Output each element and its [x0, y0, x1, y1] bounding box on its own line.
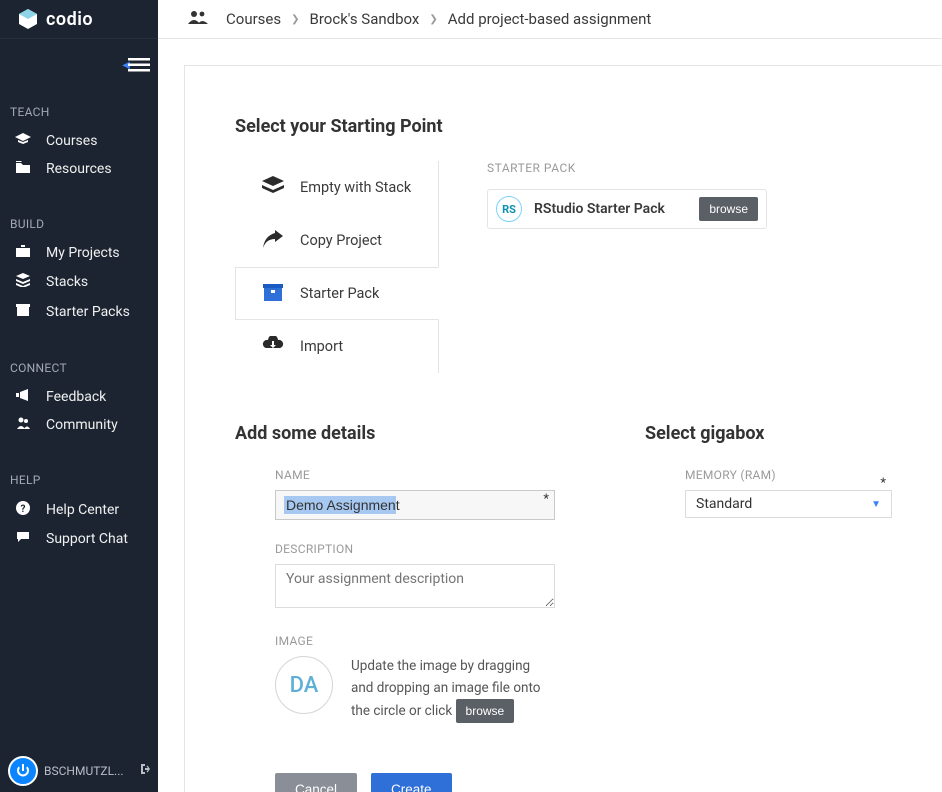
collapse-sidebar-button[interactable]: ◀: [122, 57, 150, 73]
gigabox-heading: Select gigabox: [645, 423, 892, 444]
sidebar-item-label: Stacks: [46, 274, 88, 290]
memory-select[interactable]: Standard ▼: [685, 490, 892, 518]
chat-icon: [14, 531, 32, 547]
sidebar-item-label: Resources: [46, 161, 112, 177]
details-heading: Add some details: [235, 423, 555, 444]
image-preview[interactable]: DA: [275, 656, 333, 714]
option-label: Empty with Stack: [300, 179, 411, 196]
cancel-button[interactable]: Cancel: [275, 773, 357, 792]
nav-section-teach: TEACH: [0, 91, 158, 127]
sidebar-item-stacks[interactable]: Stacks: [0, 267, 158, 297]
caret-down-icon: ▼: [871, 499, 881, 510]
stacks-icon: [14, 273, 32, 291]
layers-icon: [260, 176, 286, 200]
graduation-cap-icon: [14, 133, 32, 149]
name-input[interactable]: [275, 490, 555, 520]
logout-button[interactable]: [136, 762, 150, 780]
option-starter-pack[interactable]: Starter Pack: [235, 267, 439, 320]
hamburger-icon: [128, 57, 150, 73]
sidebar-item-help-center[interactable]: ? Help Center: [0, 495, 158, 525]
breadcrumb-sandbox[interactable]: Brock's Sandbox: [310, 10, 420, 28]
memory-value: Standard: [696, 496, 752, 512]
user-name[interactable]: BSCHMUTZL...: [44, 764, 136, 778]
sidebar-item-label: Community: [46, 417, 118, 433]
pack-badge: RS: [496, 196, 522, 222]
sidebar-item-label: Starter Packs: [46, 304, 130, 320]
logo-text: codio: [46, 9, 93, 30]
sidebar-item-support-chat[interactable]: Support Chat: [0, 525, 158, 553]
image-instructions: Update the image by dragging and droppin…: [351, 656, 541, 723]
content-panel: Select your Starting Point Empty with St…: [184, 65, 942, 792]
package-icon: [260, 282, 286, 306]
chevron-right-icon: ❯: [429, 14, 437, 25]
browse-pack-button[interactable]: browse: [699, 197, 758, 221]
description-label: DESCRIPTION: [275, 542, 555, 556]
logo-icon: [16, 7, 40, 31]
sidebar-item-feedback[interactable]: Feedback: [0, 383, 158, 411]
nav-section-build: BUILD: [0, 203, 158, 239]
starting-point-options: Empty with Stack Copy Project Starter Pa…: [235, 161, 439, 373]
starter-pack-row: RS RStudio Starter Pack browse: [487, 189, 767, 229]
pack-name: RStudio Starter Pack: [534, 201, 699, 217]
sidebar-item-label: Courses: [46, 133, 97, 149]
power-icon: [15, 763, 31, 779]
option-copy-project[interactable]: Copy Project: [235, 214, 439, 267]
sidebar-item-starter-packs[interactable]: Starter Packs: [0, 297, 158, 327]
megaphone-icon: [14, 389, 32, 405]
option-label: Import: [300, 338, 343, 355]
avatar[interactable]: [8, 756, 38, 786]
browse-image-button[interactable]: browse: [456, 699, 515, 723]
sidebar: codio ◀ TEACH Courses Resources BUILD My…: [0, 0, 158, 792]
svg-text:?: ?: [21, 504, 26, 515]
image-label: IMAGE: [275, 634, 555, 648]
sidebar-item-community[interactable]: Community: [0, 411, 158, 439]
option-label: Starter Pack: [300, 285, 379, 302]
briefcase-icon: [14, 245, 32, 261]
option-empty-with-stack[interactable]: Empty with Stack: [235, 161, 439, 214]
memory-label: MEMORY (RAM): [685, 468, 892, 482]
sidebar-item-label: Support Chat: [46, 531, 128, 547]
logo[interactable]: codio: [0, 0, 158, 39]
main: Courses ❯ Brock's Sandbox ❯ Add project-…: [158, 0, 942, 792]
nav-section-help: HELP: [0, 459, 158, 495]
logout-icon: [136, 762, 150, 776]
sidebar-item-label: My Projects: [46, 245, 120, 261]
option-import[interactable]: Import: [235, 320, 439, 373]
people-icon: [14, 417, 32, 433]
name-label: NAME: [275, 468, 555, 482]
user-row: BSCHMUTZL...: [0, 749, 158, 792]
cloud-download-icon: [260, 336, 286, 358]
box-icon: [14, 303, 32, 321]
breadcrumb: Courses ❯ Brock's Sandbox ❯ Add project-…: [158, 0, 942, 39]
nav-section-connect: CONNECT: [0, 347, 158, 383]
starter-pack-label: STARTER PACK: [487, 161, 892, 175]
starting-point-heading: Select your Starting Point: [235, 116, 892, 137]
sidebar-item-resources[interactable]: Resources: [0, 155, 158, 183]
breadcrumb-current: Add project-based assignment: [448, 10, 652, 28]
sidebar-item-my-projects[interactable]: My Projects: [0, 239, 158, 267]
sidebar-item-label: Feedback: [46, 389, 106, 405]
question-circle-icon: ?: [14, 501, 32, 519]
create-button[interactable]: Create: [371, 773, 452, 792]
chevron-right-icon: ❯: [291, 14, 299, 25]
group-icon: [188, 10, 208, 28]
folder-icon: [14, 161, 32, 177]
share-icon: [260, 230, 286, 252]
sidebar-item-courses[interactable]: Courses: [0, 127, 158, 155]
sidebar-item-label: Help Center: [46, 502, 119, 518]
breadcrumb-courses[interactable]: Courses: [226, 10, 281, 28]
option-label: Copy Project: [300, 232, 382, 249]
description-input[interactable]: [275, 564, 555, 608]
